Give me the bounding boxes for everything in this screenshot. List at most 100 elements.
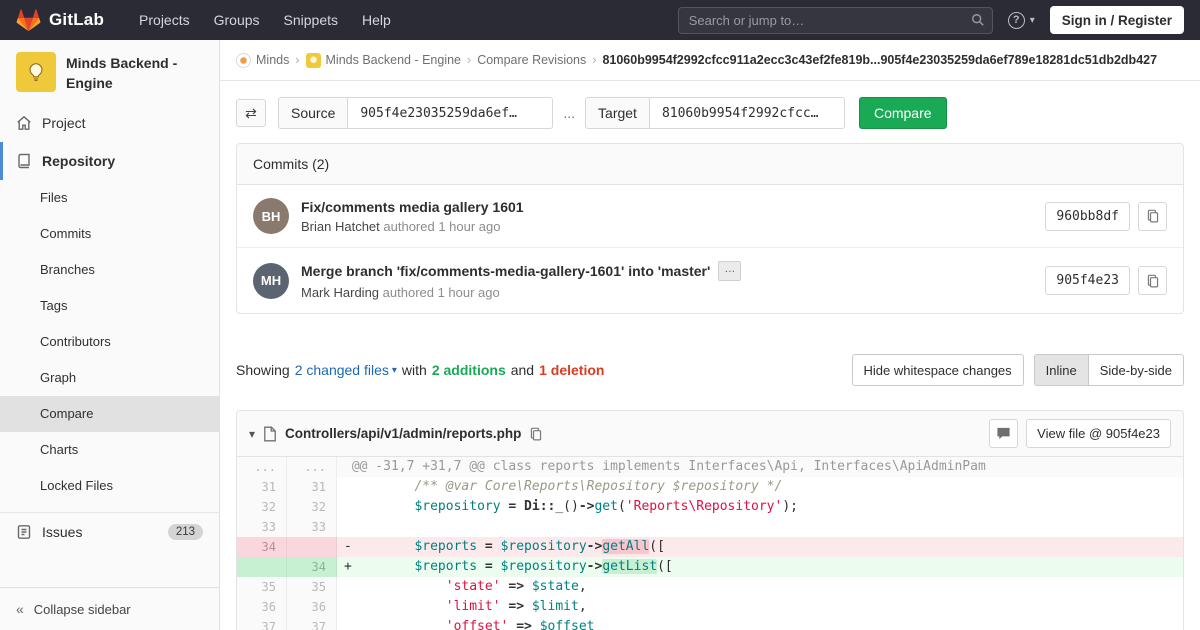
sidebar-project-title: Minds Backend - Engine	[66, 55, 178, 92]
search-icon[interactable]	[971, 13, 985, 30]
commit-author-avatar: BH	[253, 198, 289, 234]
commit-title: Fix/comments media gallery 1601	[301, 199, 524, 215]
sidebar-item-project[interactable]: Project	[0, 104, 219, 142]
view-file-button[interactable]: View file @ 905f4e23	[1026, 419, 1171, 448]
commit-author-link[interactable]: Mark Harding	[301, 285, 379, 300]
diff-marker	[344, 519, 352, 534]
copy-icon	[1146, 274, 1160, 288]
commit-sha-button[interactable]: 960bb8df	[1045, 201, 1130, 231]
new-line-number[interactable]: 31	[287, 477, 337, 497]
collapse-diff-caret-icon[interactable]: ▾	[249, 427, 255, 441]
new-line-number[interactable]: 32	[287, 497, 337, 517]
sidebar-item-files[interactable]: Files	[0, 180, 219, 216]
new-line-number[interactable]	[287, 537, 337, 557]
sidebar-item-tags[interactable]: Tags	[0, 288, 219, 324]
search-box[interactable]	[677, 6, 993, 34]
compare-form: ⇄ Source 905f4e23035259da6ef… ... Target…	[236, 97, 1184, 129]
source-label: Source	[278, 97, 349, 129]
gitlab-logo-text: GitLab	[49, 10, 105, 29]
commit-sha-button[interactable]: 905f4e23	[1045, 266, 1130, 295]
commit-author-link[interactable]: Brian Hatchet	[301, 219, 380, 234]
file-icon	[263, 426, 277, 442]
copy-sha-button[interactable]	[1138, 201, 1167, 231]
new-line-number[interactable]: ...	[287, 457, 337, 477]
sidebar-item-graph[interactable]: Graph	[0, 360, 219, 396]
changed-files-dropdown[interactable]: 2 changed files ▾	[295, 362, 397, 378]
gitlab-app: GitLab ProjectsGroupsSnippetsHelp ? ▾ Si…	[0, 0, 1200, 630]
new-line-number[interactable]: 35	[287, 577, 337, 597]
minds-group-avatar	[236, 52, 251, 68]
project-context[interactable]: Minds Backend - Engine	[0, 40, 219, 104]
old-line-number[interactable]: 36	[237, 597, 287, 617]
new-line-number[interactable]: 34	[287, 557, 337, 577]
breadcrumb-separator: ›	[295, 53, 300, 67]
collapse-sidebar-label: Collapse sidebar	[33, 601, 131, 617]
sidebar-item-issues[interactable]: Issues 213	[0, 511, 219, 551]
target-group: Target 81060b9954f2992cfcc…	[585, 97, 845, 129]
nav-link-projects[interactable]: Projects	[128, 6, 201, 34]
nav-link-snippets[interactable]: Snippets	[273, 6, 349, 34]
collapse-sidebar-button[interactable]: « Collapse sidebar	[0, 587, 219, 630]
sign-in-button[interactable]: Sign in / Register	[1049, 6, 1184, 34]
stats-and-text: and	[510, 362, 535, 378]
sidebar-item-charts[interactable]: Charts	[0, 432, 219, 468]
copy-file-path-icon[interactable]	[529, 427, 543, 441]
sidebar-item-locked-files[interactable]: Locked Files	[0, 468, 219, 504]
old-line-number[interactable]: 35	[237, 577, 287, 597]
sidebar-item-commits[interactable]: Commits	[0, 216, 219, 252]
line-content: 'offset' => $offset	[337, 617, 1183, 630]
breadcrumb-item[interactable]: Minds Backend - Engine	[305, 52, 461, 68]
side-by-side-view-button[interactable]: Side-by-side	[1088, 354, 1184, 386]
diff-line: 35 35 'state' => $state,	[237, 577, 1183, 597]
commit-title: Merge branch 'fix/comments-media-gallery…	[301, 261, 742, 281]
help-dropdown[interactable]: ? ▾	[1007, 11, 1035, 29]
copy-sha-button[interactable]	[1138, 266, 1167, 295]
new-line-number[interactable]: 36	[287, 597, 337, 617]
stats-showing-text: Showing	[236, 362, 290, 378]
old-line-number[interactable]: ...	[237, 457, 287, 477]
new-line-number[interactable]: 37	[287, 617, 337, 630]
diff-marker	[344, 599, 352, 614]
commits-panel: Commits (2) BH Fix/comments media gallery…	[236, 143, 1184, 314]
breadcrumb-item[interactable]: Minds	[236, 52, 289, 68]
file-path[interactable]: Controllers/api/v1/admin/reports.php	[285, 426, 521, 441]
commit-title-link[interactable]: Fix/comments media gallery 1601	[301, 199, 524, 215]
old-line-number[interactable]	[237, 557, 287, 577]
inline-view-button[interactable]: Inline	[1033, 354, 1089, 386]
target-ref-dropdown[interactable]: 81060b9954f2992cfcc…	[649, 97, 845, 129]
swap-revisions-button[interactable]: ⇄	[236, 99, 266, 127]
additions-count: 2 additions	[431, 362, 506, 378]
commit-row: BH Fix/comments media gallery 1601 Brian H…	[237, 185, 1183, 248]
sidebar-item-compare[interactable]: Compare	[0, 395, 219, 432]
new-line-number[interactable]: 33	[287, 517, 337, 537]
nav-link-groups[interactable]: Groups	[203, 6, 271, 34]
breadcrumb-item[interactable]: Compare Revisions	[477, 53, 586, 67]
old-line-number[interactable]: 34	[237, 537, 287, 557]
search-input[interactable]	[677, 6, 993, 34]
diff-line: 31 31 /** @var Core\Reports\Repository $r…	[237, 477, 1183, 497]
diff-line: 34 + $reports = $repository->getList([	[237, 557, 1183, 577]
diff-stats-bar: Showing 2 changed files ▾ with 2 additio…	[236, 354, 1184, 386]
sidebar-item-contributors[interactable]: Contributors	[0, 324, 219, 360]
sidebar-item-repository[interactable]: Repository	[0, 141, 219, 180]
expand-commit-message-button[interactable]: …	[718, 261, 742, 281]
gitlab-logo-link[interactable]: GitLab	[16, 8, 104, 32]
project-avatar-icon	[16, 52, 56, 92]
old-line-number[interactable]: 31	[237, 477, 287, 497]
commit-title-link[interactable]: Merge branch 'fix/comments-media-gallery…	[301, 263, 710, 279]
toggle-comments-button[interactable]	[989, 419, 1019, 448]
diff-view-toggle-group: Inline Side-by-side	[1033, 354, 1184, 386]
copy-icon	[1146, 209, 1160, 223]
comment-icon	[996, 426, 1011, 441]
diff-table: ...... @@ -31,7 +31,7 @@ class reports i…	[237, 457, 1183, 630]
old-line-number[interactable]: 33	[237, 517, 287, 537]
nav-link-help[interactable]: Help	[351, 6, 402, 34]
old-line-number[interactable]: 32	[237, 497, 287, 517]
sidebar-item-branches[interactable]: Branches	[0, 252, 219, 288]
chevron-down-icon: ▾	[1029, 14, 1035, 26]
diff-marker: -	[344, 539, 352, 554]
old-line-number[interactable]: 37	[237, 617, 287, 630]
source-ref-dropdown[interactable]: 905f4e23035259da6ef…	[348, 97, 554, 129]
hide-whitespace-button[interactable]: Hide whitespace changes	[851, 354, 1024, 386]
compare-button[interactable]: Compare	[858, 97, 947, 129]
